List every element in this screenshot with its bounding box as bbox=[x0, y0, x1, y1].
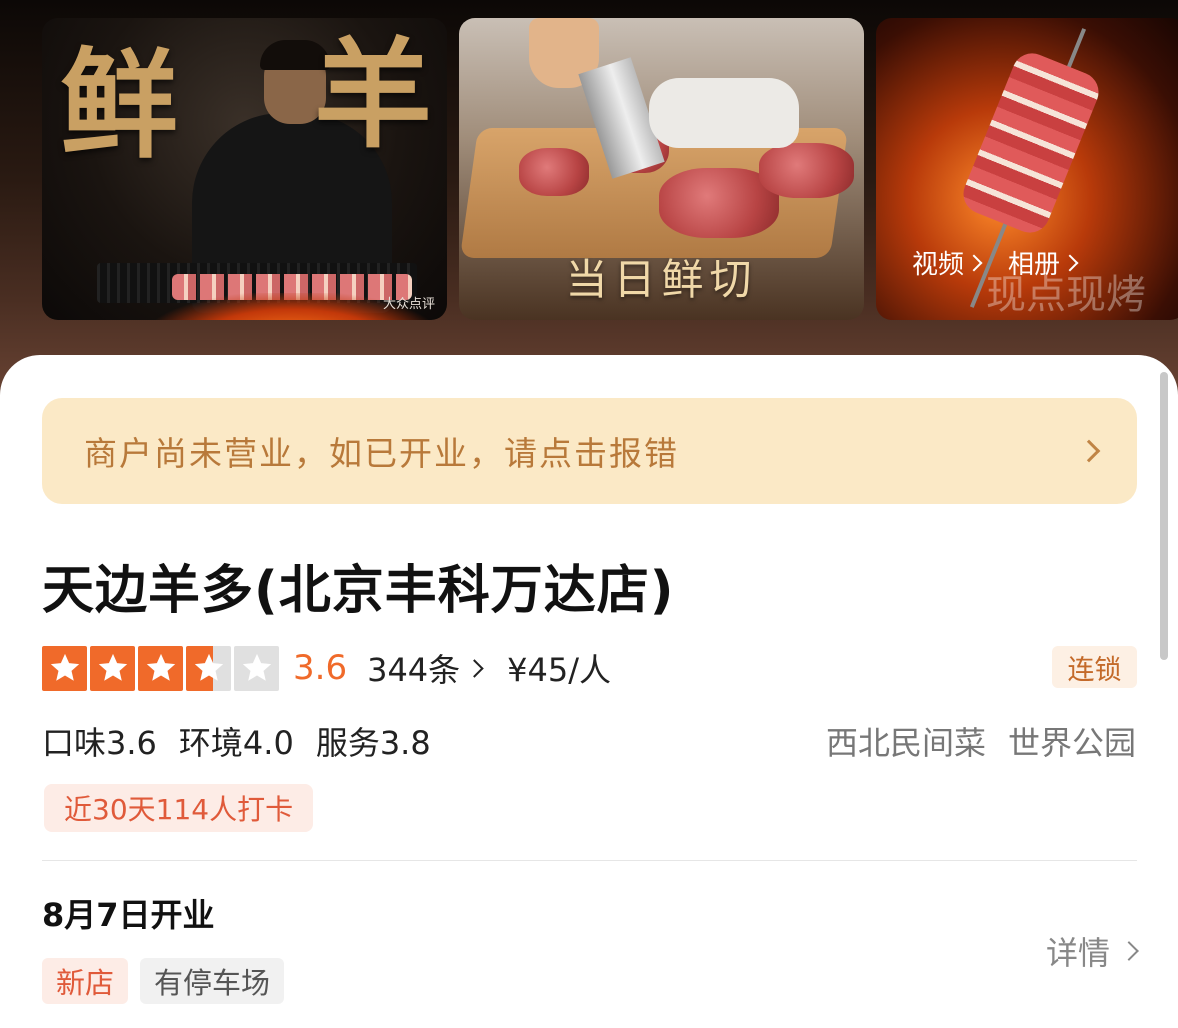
service-score: 服务3.8 bbox=[315, 724, 431, 762]
chevron-right-icon bbox=[1077, 439, 1101, 463]
video-label: 视频 bbox=[912, 250, 965, 280]
shop-name: 天边羊多(北京丰科万达店) bbox=[42, 561, 675, 621]
chain-badge: 连锁 bbox=[1052, 646, 1137, 688]
star-icon bbox=[90, 645, 135, 691]
detail-label: 详情 bbox=[1045, 934, 1110, 972]
checkin-badge: 近30天114人打卡 bbox=[44, 784, 314, 832]
divider bbox=[42, 860, 1137, 861]
star-icon bbox=[42, 645, 87, 691]
parking-tag: 有停车场 bbox=[140, 958, 285, 1004]
environment-score: 环境4.0 bbox=[178, 724, 294, 762]
reviews-link[interactable]: 344条 bbox=[367, 645, 487, 691]
photo-gallery: 鲜 羊 大众点评 当日鲜切 现点现烤 视频 相册 bbox=[0, 0, 1178, 400]
star-icon bbox=[234, 645, 279, 691]
new-store-tag: 新店 bbox=[42, 958, 129, 1004]
shop-tags: 新店 有停车场 bbox=[42, 958, 285, 1004]
video-button[interactable]: 视频 bbox=[912, 244, 983, 281]
gallery-photo-cutting[interactable]: 当日鲜切 bbox=[459, 18, 864, 320]
star-rating bbox=[42, 645, 279, 691]
area-name[interactable]: 世界公园 bbox=[1008, 718, 1136, 764]
meat-slice bbox=[519, 148, 589, 196]
detail-link[interactable]: 详情 bbox=[1045, 928, 1139, 974]
chevron-right-icon bbox=[1119, 941, 1139, 961]
media-buttons: 视频 相册 bbox=[912, 244, 1079, 281]
report-notice-banner[interactable]: 商户尚未营业，如已开业，请点击报错 bbox=[42, 398, 1137, 504]
rating-score: 3.6 bbox=[293, 648, 348, 688]
album-label: 相册 bbox=[1008, 250, 1061, 280]
notice-text: 商户尚未营业，如已开业，请点击报错 bbox=[84, 434, 679, 473]
scrollbar[interactable] bbox=[1160, 372, 1168, 660]
taste-score: 口味3.6 bbox=[42, 724, 157, 762]
chevron-right-icon bbox=[965, 254, 983, 271]
glove bbox=[649, 78, 799, 148]
review-count: 344条 bbox=[367, 651, 461, 689]
photo-char-2: 羊 bbox=[314, 25, 433, 164]
chevron-right-icon bbox=[465, 658, 484, 678]
photo-char-1: 鲜 bbox=[60, 35, 179, 174]
album-button[interactable]: 相册 bbox=[1008, 244, 1079, 281]
rating-row: 3.6 344条 ¥45/人 bbox=[42, 645, 611, 691]
chevron-right-icon bbox=[1061, 254, 1079, 271]
star-icon bbox=[186, 645, 231, 691]
category-location: 西北民间菜 世界公园 bbox=[826, 718, 1136, 764]
sub-scores: 口味3.6 环境4.0 服务3.8 bbox=[42, 718, 431, 764]
cuisine-category[interactable]: 西北民间菜 bbox=[826, 718, 986, 764]
star-icon bbox=[138, 645, 183, 691]
gallery-photo-chef[interactable]: 鲜 羊 大众点评 bbox=[42, 18, 447, 320]
meat-slice bbox=[759, 143, 854, 198]
watermark: 大众点评 bbox=[382, 297, 435, 312]
photo-caption: 当日鲜切 bbox=[565, 255, 758, 304]
open-date: 8月7日开业 bbox=[42, 896, 215, 934]
skewer-meat bbox=[957, 47, 1105, 239]
avg-price: ¥45/人 bbox=[507, 651, 612, 689]
